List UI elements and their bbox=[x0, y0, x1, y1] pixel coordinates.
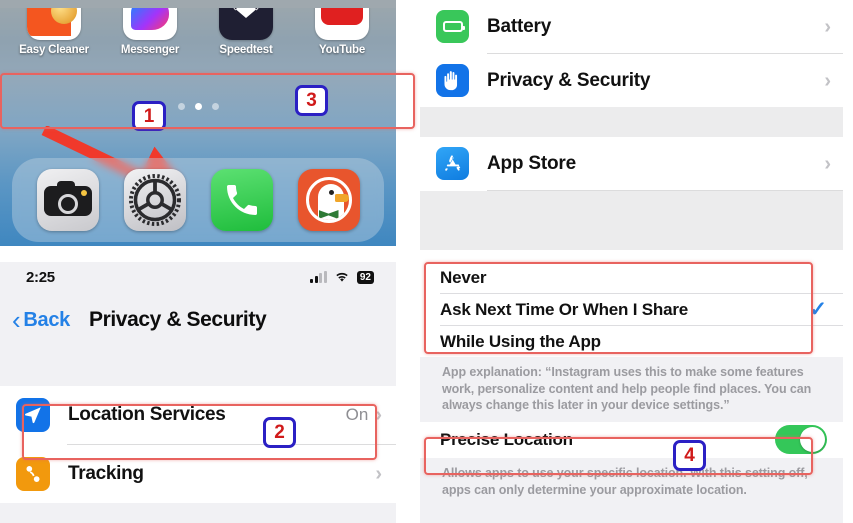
cellular-signal-icon bbox=[310, 270, 327, 283]
status-bar: 2:25 92 bbox=[0, 262, 396, 292]
page-dot-active[interactable] bbox=[194, 103, 202, 110]
settings-row-battery[interactable]: Battery › bbox=[420, 0, 843, 53]
settings-app-icon[interactable] bbox=[123, 169, 186, 231]
panel-home-top-rail bbox=[0, 0, 396, 8]
option-ask-next-time[interactable]: Ask Next Time Or When I Share ✓ bbox=[420, 294, 843, 325]
settings-section-gap bbox=[420, 107, 843, 137]
settings-row-label: App Store bbox=[487, 152, 576, 174]
settings-row-app-store[interactable]: App Store › bbox=[420, 137, 843, 190]
tracking-icon bbox=[16, 457, 50, 491]
page-dot[interactable] bbox=[177, 103, 185, 110]
privacy-list: Location Services On › Tracking › bbox=[0, 386, 396, 503]
phone-app-icon[interactable] bbox=[210, 169, 273, 231]
privacy-row-location-services[interactable]: Location Services On › bbox=[0, 386, 396, 444]
panel-home-screen: Easy Cleaner Messenger Speedtest YouTube bbox=[0, 8, 396, 246]
panel-settings-list: Battery › Privacy & Security › App Store… bbox=[420, 0, 843, 250]
chevron-right-icon: › bbox=[824, 15, 831, 38]
tutorial-screenshot-grid: Easy Cleaner Messenger Speedtest YouTube bbox=[0, 0, 853, 523]
settings-row-privacy-security[interactable]: Privacy & Security › bbox=[420, 54, 843, 107]
status-bar-time: 2:25 bbox=[26, 268, 55, 286]
youtube-icon[interactable] bbox=[315, 8, 369, 40]
step-badge-4: 4 bbox=[673, 440, 706, 471]
app-store-icon bbox=[436, 147, 469, 180]
panel-location-options: Never Ask Next Time Or When I Share ✓ Wh… bbox=[420, 262, 843, 523]
back-button-label: Back bbox=[23, 308, 70, 331]
home-app-label: YouTube bbox=[318, 44, 366, 56]
back-button[interactable]: ‹ Back bbox=[12, 307, 70, 333]
location-permission-options: Never Ask Next Time Or When I Share ✓ Wh… bbox=[420, 262, 843, 357]
step-badge-2: 2 bbox=[263, 417, 296, 448]
chevron-right-icon: › bbox=[824, 69, 831, 92]
option-label: Ask Next Time Or When I Share bbox=[440, 299, 689, 319]
battery-icon bbox=[436, 10, 469, 43]
messenger-icon[interactable] bbox=[123, 8, 177, 40]
option-never[interactable]: Never bbox=[420, 262, 843, 293]
chevron-left-icon: ‹ bbox=[12, 305, 21, 335]
home-app-easy-cleaner[interactable]: Easy Cleaner bbox=[12, 8, 96, 56]
precise-location-row[interactable]: Precise Location bbox=[420, 421, 843, 458]
precise-location-explanation-text: Allows apps to use your specific locatio… bbox=[442, 465, 808, 497]
hand-privacy-icon bbox=[436, 64, 469, 97]
option-while-using-the-app[interactable]: While Using the App bbox=[420, 326, 843, 357]
home-app-label: Messenger bbox=[120, 44, 180, 56]
option-label: Never bbox=[440, 267, 487, 287]
chevron-right-icon: › bbox=[824, 152, 831, 175]
chevron-right-icon: › bbox=[375, 404, 382, 426]
settings-group-top: Battery › Privacy & Security › bbox=[420, 0, 843, 107]
app-explanation-text: App explanation: “Instagram uses this to… bbox=[442, 365, 812, 413]
checkmark-icon: ✓ bbox=[809, 298, 827, 321]
location-services-value: On bbox=[345, 405, 369, 424]
page-title: Privacy & Security bbox=[88, 308, 267, 331]
home-app-label: Easy Cleaner bbox=[19, 44, 89, 56]
precise-location-label: Precise Location bbox=[440, 429, 573, 449]
home-app-grid: Easy Cleaner Messenger Speedtest YouTube bbox=[0, 8, 396, 58]
divider bbox=[487, 190, 843, 191]
wifi-icon bbox=[336, 272, 348, 282]
camera-app-icon[interactable] bbox=[36, 169, 99, 231]
settings-row-label: Battery bbox=[487, 15, 552, 37]
easy-cleaner-icon[interactable] bbox=[27, 8, 81, 40]
nav-bar: ‹ Back Privacy & Security bbox=[0, 292, 396, 348]
home-app-messenger[interactable]: Messenger bbox=[108, 8, 192, 56]
toggle-knob bbox=[800, 427, 825, 453]
privacy-row-label: Tracking bbox=[68, 463, 144, 484]
home-page-dots[interactable] bbox=[0, 103, 396, 110]
home-app-youtube[interactable]: YouTube bbox=[300, 8, 384, 56]
panel-privacy-security: 2:25 92 ‹ Back Privacy & Security Locati… bbox=[0, 262, 396, 523]
settings-row-label: Privacy & Security bbox=[487, 69, 651, 91]
privacy-row-label: Location Services bbox=[68, 404, 226, 425]
status-bar-indicators: 92 bbox=[310, 270, 374, 284]
page-dot[interactable] bbox=[211, 103, 219, 110]
chevron-right-icon: › bbox=[375, 463, 382, 485]
option-label: While Using the App bbox=[440, 331, 601, 351]
precise-location-toggle[interactable] bbox=[775, 425, 827, 455]
duckduckgo-app-icon[interactable] bbox=[297, 169, 360, 231]
home-app-speedtest[interactable]: Speedtest bbox=[204, 8, 288, 56]
location-arrow-icon bbox=[16, 398, 50, 432]
settings-group-second: App Store › bbox=[420, 137, 843, 191]
step-badge-1: 1 bbox=[132, 101, 166, 131]
home-app-label: Speedtest bbox=[219, 44, 273, 56]
privacy-row-tracking[interactable]: Tracking › bbox=[0, 445, 396, 503]
speedtest-icon[interactable] bbox=[219, 8, 273, 40]
battery-status-icon: 92 bbox=[356, 270, 374, 284]
step-badge-3: 3 bbox=[295, 85, 328, 116]
home-dock bbox=[12, 158, 384, 242]
